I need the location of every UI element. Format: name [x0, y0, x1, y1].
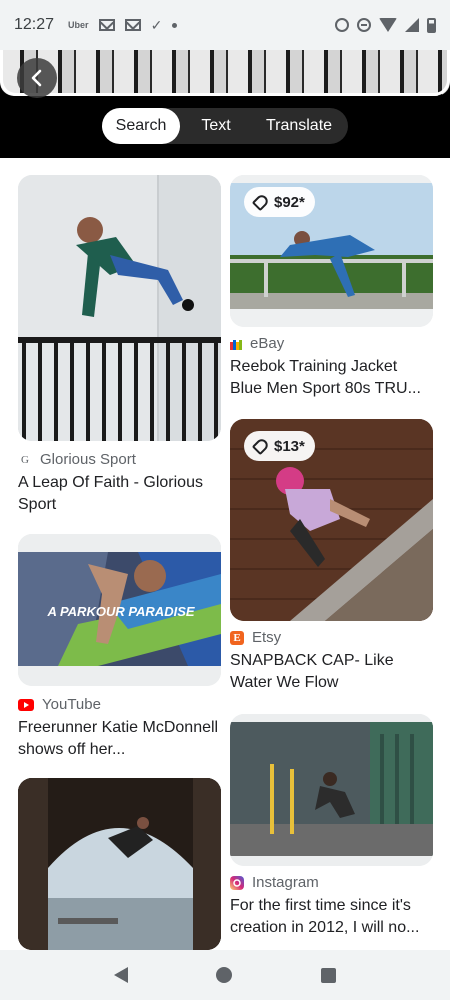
result-card[interactable]: Instagram For the first time since it's …	[230, 714, 433, 939]
result-thumbnail[interactable]: A PARKOUR PARADISE	[18, 534, 221, 686]
result-card[interactable]: $92* eBay Reebok Training Jacket Blue Me…	[230, 175, 433, 400]
result-title[interactable]: A Leap Of Faith - Glorious Sport	[18, 472, 221, 516]
site-favicon-icon: G	[21, 453, 29, 466]
result-source: E Etsy	[230, 629, 433, 646]
status-time: 12:27	[14, 16, 55, 33]
uber-icon: Uber	[68, 20, 89, 30]
result-source: Instagram	[230, 874, 433, 891]
wifi-icon	[379, 18, 397, 32]
navigation-bar	[0, 950, 450, 1000]
back-button[interactable]	[17, 58, 57, 98]
price-tag: $13*	[244, 431, 315, 461]
tab-search[interactable]: Search	[102, 108, 180, 144]
notification-icons: Uber ✓	[68, 16, 178, 34]
home-icon[interactable]	[216, 967, 233, 983]
tunnel-parkour-image	[18, 778, 221, 950]
lens-header: Search Text Translate	[0, 50, 450, 158]
price-tag-icon	[251, 192, 271, 212]
result-thumbnail[interactable]: $13*	[230, 419, 433, 621]
status-bar: 12:27 Uber ✓	[0, 0, 450, 50]
result-card[interactable]: G Glorious Sport A Leap Of Faith - Glori…	[18, 175, 221, 516]
parkour-paradise-image: A PARKOUR PARADISE	[18, 534, 221, 686]
alarm-icon	[335, 18, 349, 32]
source-name: Etsy	[252, 629, 282, 646]
source-name: Instagram	[252, 874, 319, 891]
crop-corners[interactable]	[0, 50, 450, 96]
result-title[interactable]: Freerunner Katie McDonnell shows off her…	[18, 717, 221, 761]
etsy-icon: E	[230, 630, 244, 645]
result-source: G Glorious Sport	[18, 451, 221, 468]
result-thumbnail[interactable]	[18, 175, 221, 441]
source-name: eBay	[250, 335, 285, 352]
result-card[interactable]	[18, 778, 221, 950]
result-source: eBay	[230, 335, 433, 352]
price-tag: $92*	[244, 187, 315, 217]
back-icon[interactable]	[114, 967, 129, 983]
result-thumbnail[interactable]	[18, 778, 221, 950]
chevron-left-icon	[31, 69, 42, 87]
instagram-icon	[230, 875, 244, 890]
ebay-icon	[230, 339, 242, 350]
battery-icon	[427, 17, 436, 33]
gmail-icon	[98, 19, 115, 31]
result-source: YouTube	[18, 696, 221, 713]
result-title[interactable]: For the first time since it's creation i…	[230, 895, 433, 939]
youtube-icon	[18, 698, 34, 711]
source-name: YouTube	[42, 696, 101, 713]
result-thumbnail[interactable]: $92*	[230, 175, 433, 327]
price-label: $92*	[274, 193, 305, 211]
results-grid: G Glorious Sport A Leap Of Faith - Glori…	[0, 158, 450, 950]
dot-icon	[172, 22, 178, 28]
signal-icon	[405, 18, 419, 32]
video-overlay-text: A PARKOUR PARADISE	[46, 604, 194, 619]
price-tag-icon	[251, 436, 271, 456]
parkour-jump-image	[18, 175, 221, 441]
recents-icon[interactable]	[320, 967, 336, 983]
result-thumbnail[interactable]	[230, 714, 433, 866]
result-title[interactable]: Reebok Training Jacket Blue Men Sport 80…	[230, 356, 433, 400]
gmail-icon	[124, 19, 141, 31]
system-icons	[335, 17, 436, 33]
result-card[interactable]: A PARKOUR PARADISE YouTube Freerunner Ka…	[18, 534, 221, 761]
mode-tabs: Search Text Translate	[102, 108, 348, 144]
source-name: Glorious Sport	[40, 451, 136, 468]
price-label: $13*	[274, 437, 305, 455]
result-title[interactable]: SNAPBACK CAP- Like Water We Flow	[230, 650, 433, 694]
instagram-parkour-image	[230, 714, 433, 866]
result-card[interactable]: $13* E Etsy SNAPBACK CAP- Like Water We …	[230, 419, 433, 694]
tab-text[interactable]: Text	[180, 108, 252, 144]
do-not-disturb-icon	[357, 18, 371, 32]
task-check-icon: ✓	[150, 16, 163, 33]
tab-translate[interactable]: Translate	[252, 108, 346, 144]
